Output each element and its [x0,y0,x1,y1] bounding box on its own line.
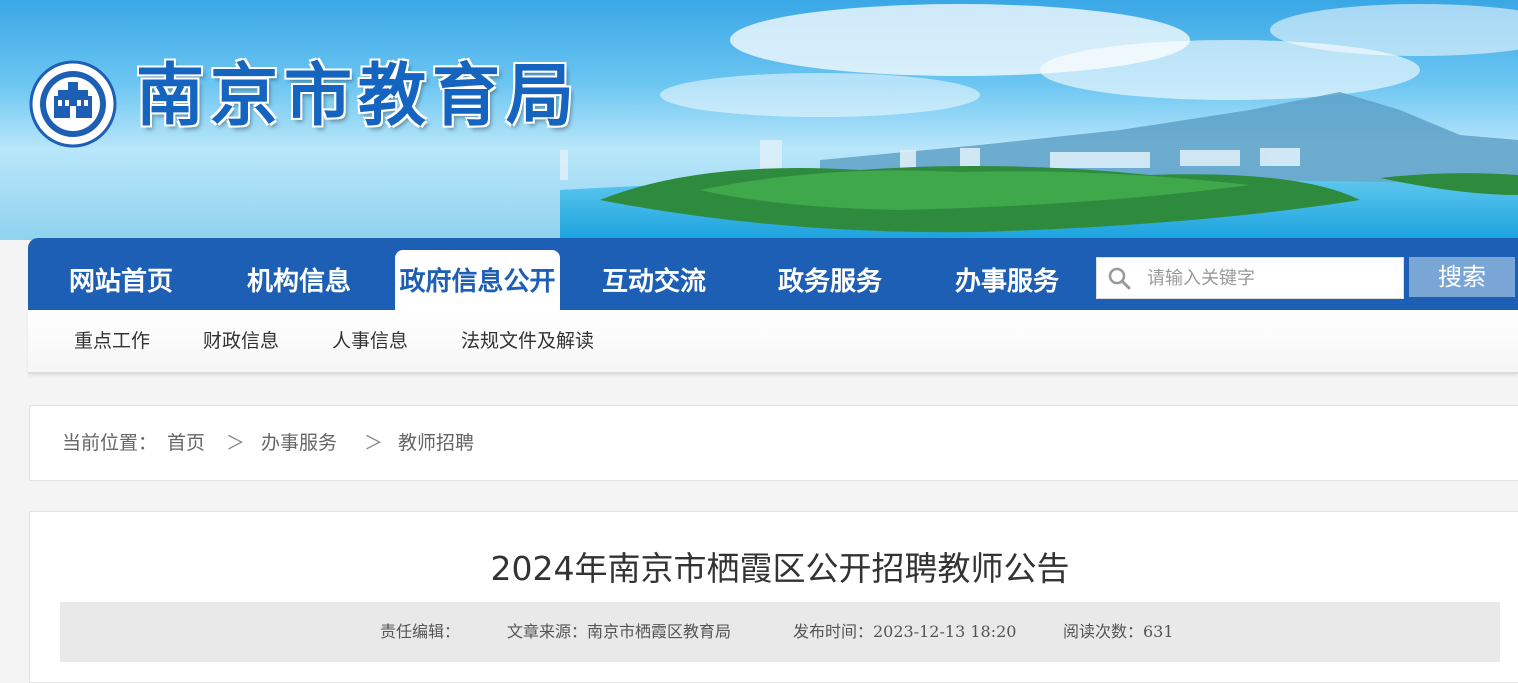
article-meta-bar: 责任编辑： 文章来源：南京市栖霞区教育局 发布时间：2023-12-13 18:… [60,602,1500,662]
article-title: 2024年南京市栖霞区公开招聘教师公告 [490,549,1070,588]
site-title: 南京市教育局 [136,56,581,136]
search-icon [1108,267,1131,290]
main-nav: 网站首页 机构信息 政府信息公开 互动交流 政务服务 办事服务 搜索 [28,238,1518,310]
meta-editor: 责任编辑： [380,622,461,641]
sub-nav: 重点工作 财政信息 人事信息 法规文件及解读 [28,310,1518,374]
subnav-item-regulations[interactable]: 法规文件及解读 [461,310,594,372]
subnav-item-personnel-info[interactable]: 人事信息 [332,310,408,372]
nav-item-affairs-services[interactable]: 办事服务 [932,250,1082,310]
breadcrumb-teacher-recruitment-link[interactable]: 教师招聘 [398,406,474,480]
nav-item-gov-info-disclosure[interactable]: 政府信息公开 [395,250,560,310]
nav-item-organization[interactable]: 机构信息 [224,250,374,310]
search-button[interactable]: 搜索 [1409,257,1515,297]
breadcrumb-separator: ＞ [226,432,246,454]
breadcrumb-affairs-services-link[interactable]: 办事服务 [261,406,337,480]
nav-item-interaction[interactable]: 互动交流 [579,250,729,310]
meta-view-count: 阅读次数：631 [1063,622,1174,641]
search-box [1096,257,1404,299]
breadcrumb-separator: ＞ [364,432,384,454]
breadcrumb-prefix: 当前位置： [62,432,158,454]
header-banner: 南京市教育局 [0,0,1518,240]
breadcrumb: 当前位置： 首页 ＞ 办事服务 ＞ 教师招聘 [29,405,1518,481]
meta-source: 文章来源：南京市栖霞区教育局 [507,622,732,641]
nav-item-home[interactable]: 网站首页 [46,250,196,310]
meta-publish-time: 发布时间：2023-12-13 18:20 [793,622,1017,641]
nav-item-government-services[interactable]: 政务服务 [755,250,905,310]
subnav-item-finance-info[interactable]: 财政信息 [203,310,279,372]
education-emblem-logo [29,60,117,148]
article-panel: 2024年南京市栖霞区公开招聘教师公告 责任编辑： 文章来源：南京市栖霞区教育局… [29,511,1518,683]
subnav-item-key-work[interactable]: 重点工作 [74,310,150,372]
breadcrumb-home-link[interactable]: 首页 [167,406,205,480]
search-input[interactable] [1147,258,1397,298]
